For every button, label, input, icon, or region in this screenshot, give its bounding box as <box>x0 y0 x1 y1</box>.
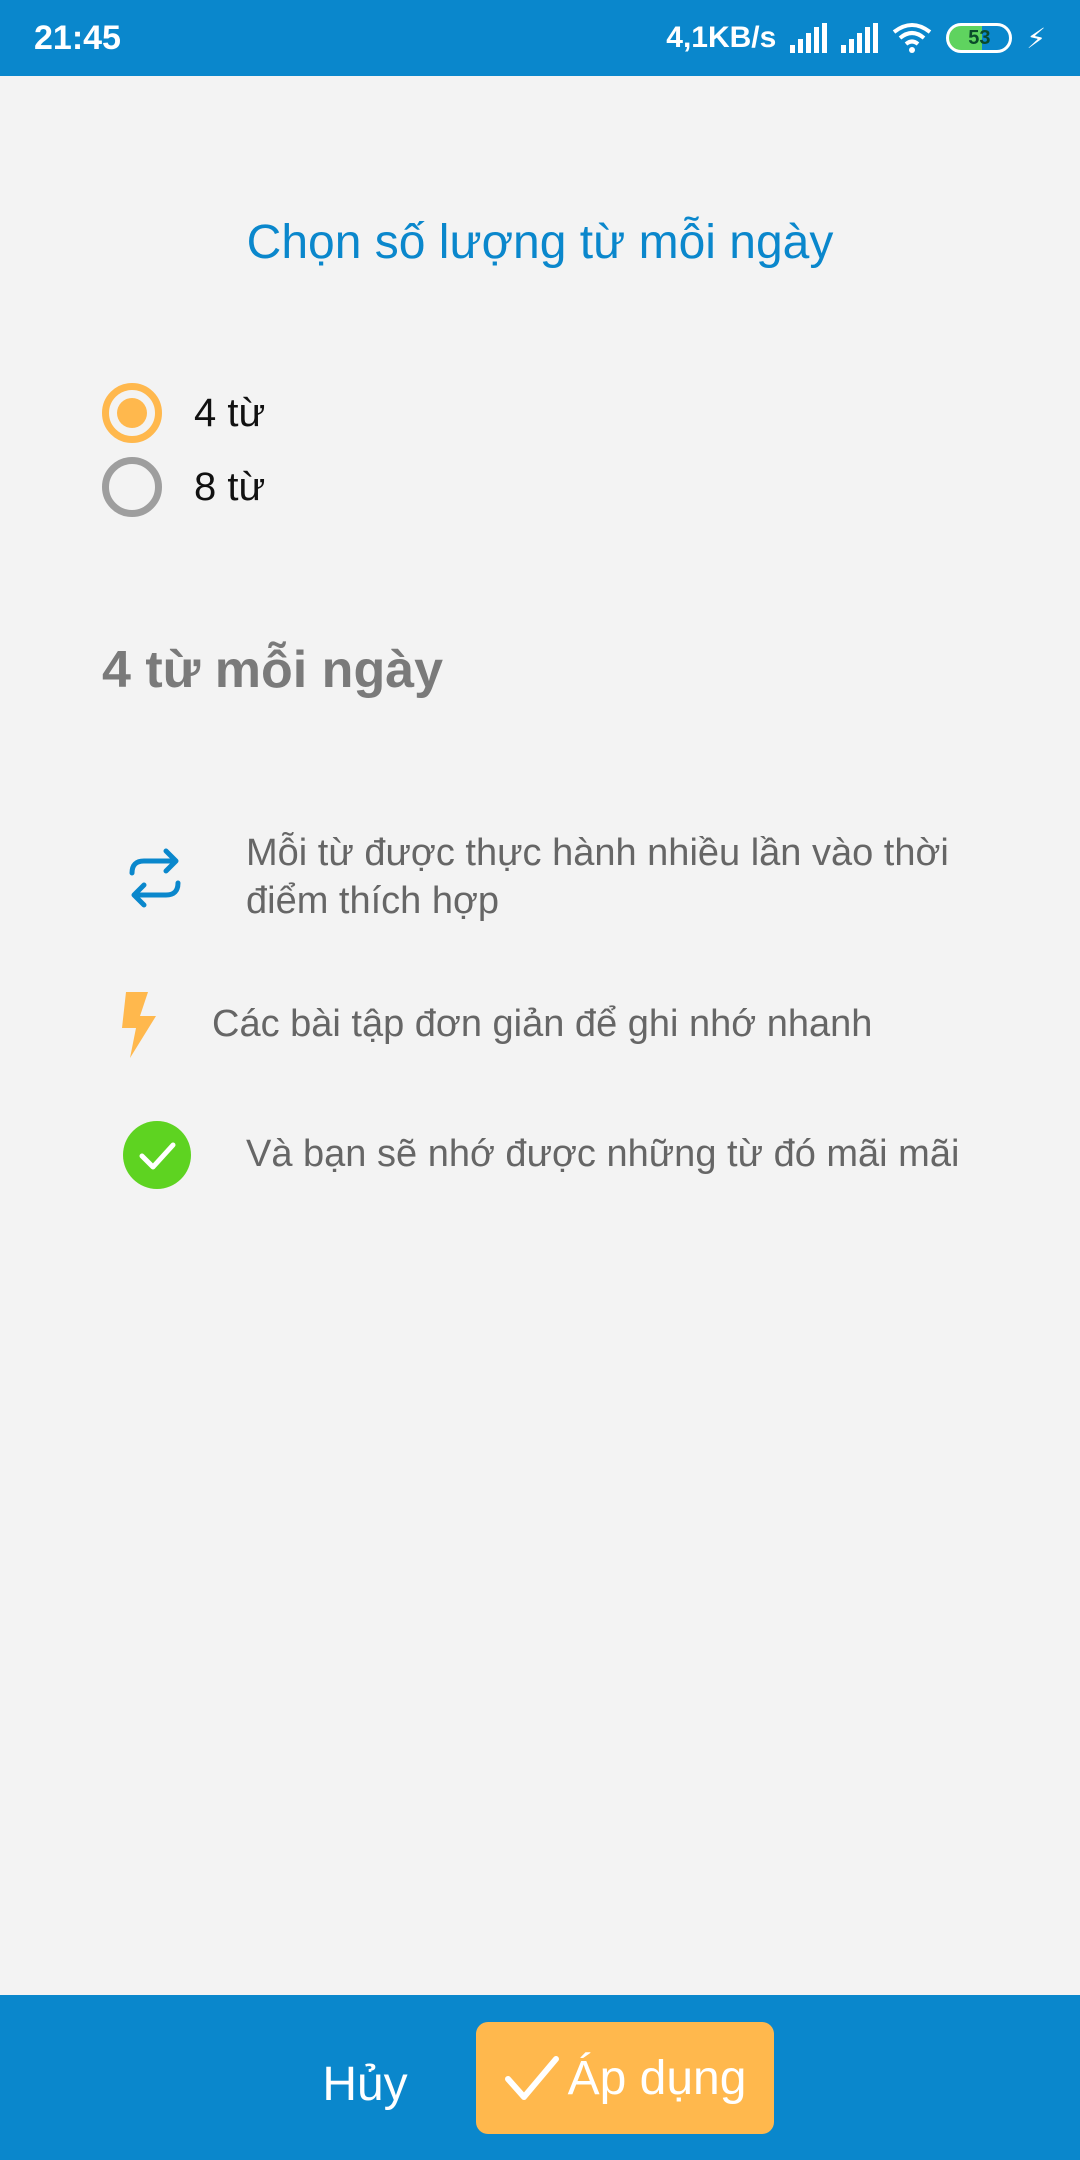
battery-level: 53 <box>968 26 991 49</box>
option-label: 8 từ <box>194 464 266 509</box>
wifi-icon <box>893 23 932 53</box>
feature-text: Các bài tập đơn giản để ghi nhớ nhanh <box>212 1003 873 1046</box>
battery-icon: 53 <box>946 23 1013 53</box>
status-icons: 4,1KB/s 53 ⚡ <box>666 21 1046 55</box>
checkmark-icon <box>504 2056 559 2100</box>
feature-item: Các bài tập đơn giản để ghi nhớ nhanh <box>118 990 872 1060</box>
bottom-bar: Hủy Áp dụng <box>0 1995 1080 2160</box>
repeat-icon <box>129 848 181 907</box>
radio-button-unchecked[interactable] <box>102 457 162 517</box>
feature-text: Và bạn sẽ nhớ được những từ đó mãi mãi <box>246 1133 960 1176</box>
lightning-icon <box>122 992 156 1058</box>
signal-icon-2 <box>841 23 879 53</box>
status-bar: 21:45 4,1KB/s 53 ⚡ <box>0 0 1080 76</box>
apply-button[interactable]: Áp dụng <box>476 2022 774 2134</box>
feature-text-line: điểm thích hợp <box>246 879 500 922</box>
page-title: Chọn số lượng từ mỗi ngày <box>246 216 834 269</box>
option-4-words[interactable]: 4 từ <box>102 383 265 443</box>
selected-summary: 4 từ mỗi ngày <box>102 641 444 699</box>
check-circle-icon <box>123 1121 191 1189</box>
option-label: 4 từ <box>194 390 266 435</box>
feature-text: Mỗi từ được thực hành nhiều lần vào thời… <box>246 830 949 925</box>
cancel-button[interactable]: Hủy <box>300 2055 430 2115</box>
signal-icon <box>790 23 828 53</box>
radio-button-checked[interactable] <box>102 383 162 443</box>
apply-label: Áp dụng <box>567 2051 747 2105</box>
status-time: 21:45 <box>34 18 121 57</box>
option-8-words[interactable]: 8 từ <box>102 457 265 517</box>
feature-item: Mỗi từ được thực hành nhiều lần vào thời… <box>122 830 949 925</box>
charging-icon: ⚡ <box>1026 22 1046 54</box>
network-speed: 4,1KB/s <box>666 21 777 54</box>
feature-text-line: Mỗi từ được thực hành nhiều lần vào thời <box>246 832 949 874</box>
feature-item: Và bạn sẽ nhớ được những từ đó mãi mãi <box>122 1120 959 1190</box>
